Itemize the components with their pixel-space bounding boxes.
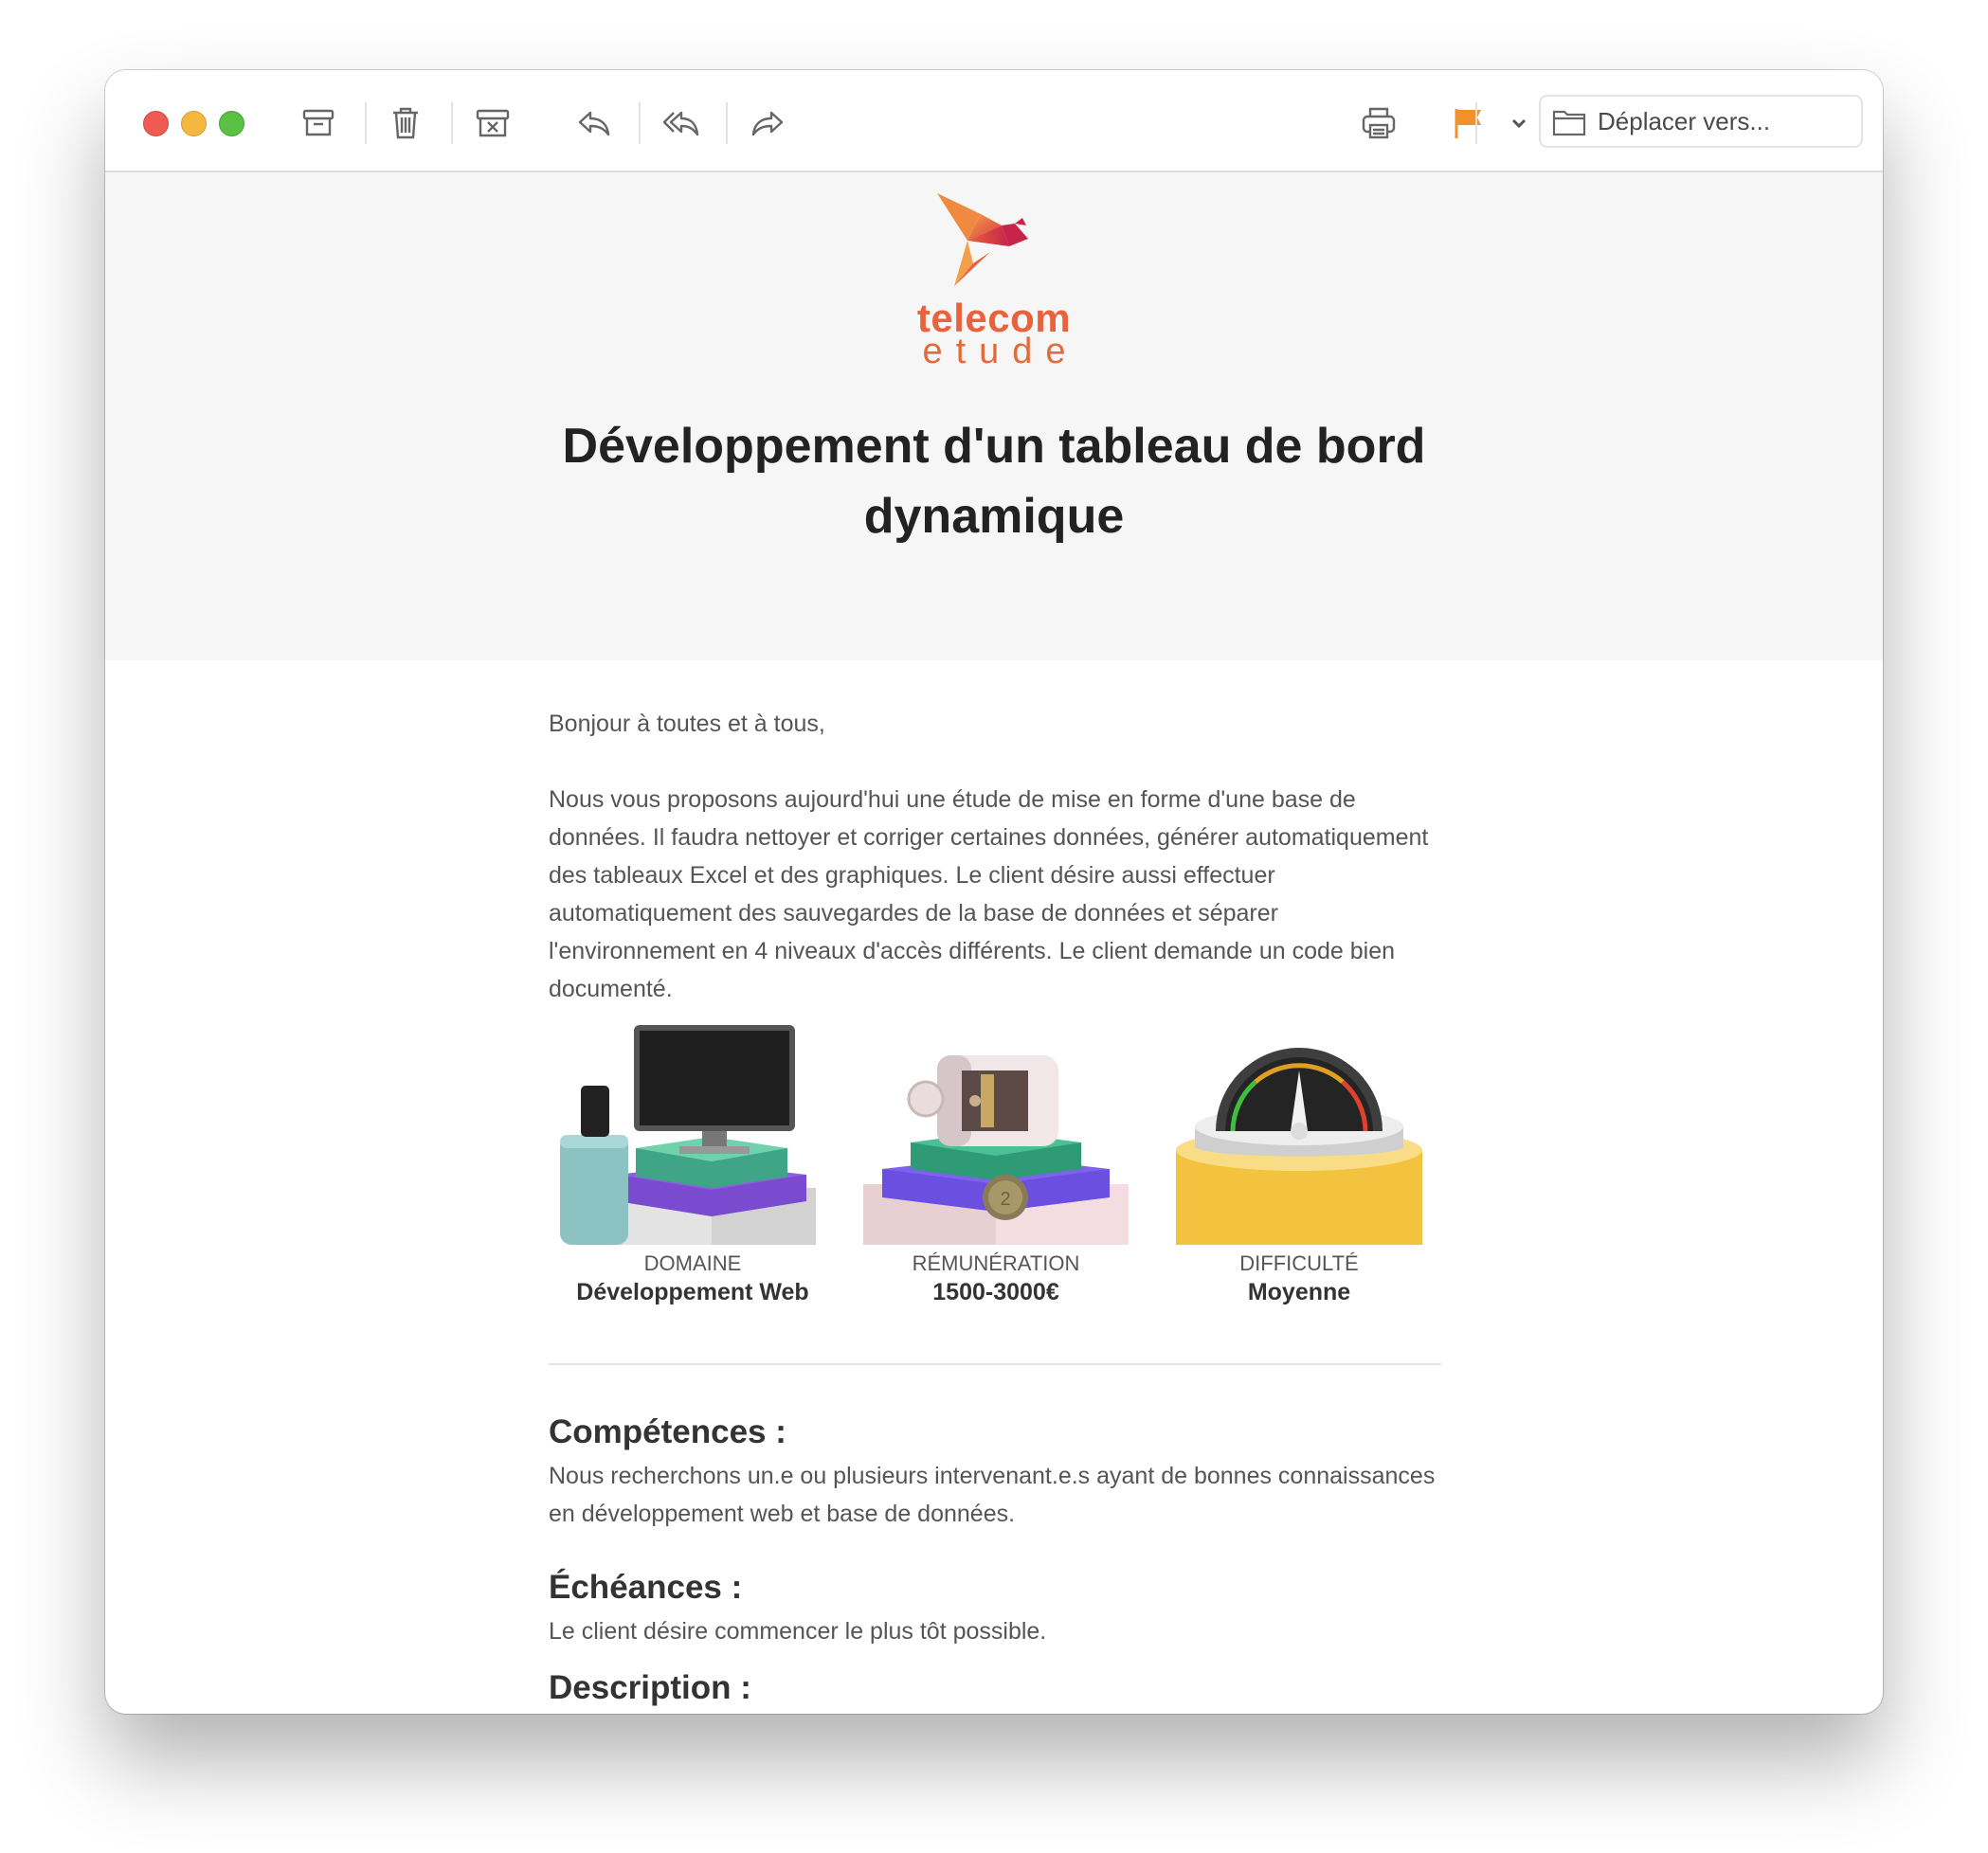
reply-button[interactable] [568, 97, 621, 150]
greeting-text: Bonjour à toutes et à tous, [549, 711, 825, 737]
section-text-competences: Nous recherchons un.e ou plusieurs inter… [549, 1463, 1436, 1527]
toolbar: Déplacer vers... [105, 70, 1883, 172]
computer-illustration-icon [560, 1025, 816, 1245]
close-window-button[interactable] [143, 111, 169, 136]
safe-illustration-icon: 2 [863, 1055, 1129, 1245]
section-title-echeances: Échéances : [549, 1569, 743, 1606]
toolbar-separator [726, 102, 728, 144]
forward-button[interactable] [741, 97, 794, 150]
reply-all-button[interactable] [655, 97, 708, 150]
forward-icon [751, 111, 784, 136]
folder-icon [1552, 110, 1586, 136]
gauge-illustration-icon [1176, 1048, 1422, 1245]
printer-icon [1362, 107, 1396, 139]
reply-icon [578, 111, 610, 136]
move-to-field[interactable]: Déplacer vers... [1539, 95, 1863, 148]
email-title: Développement d'un tableau de bord dynam… [562, 419, 1426, 544]
card-remuneration-label: RÉMUNÉRATION [912, 1251, 1080, 1275]
card-domain: DOMAINE Développement Web [560, 1017, 825, 1305]
card-difficulty-value: Moyenne [1247, 1279, 1351, 1305]
telecom-etude-bird-logo [937, 193, 1028, 286]
section-title-competences: Compétences : [549, 1413, 786, 1450]
junk-button[interactable] [466, 97, 519, 150]
card-domain-label: DOMAINE [643, 1251, 742, 1275]
archive-icon [302, 109, 334, 136]
delete-button[interactable] [379, 97, 432, 150]
email-header-band: telecom etude Développement d'un tableau… [105, 172, 1883, 660]
move-to-placeholder: Déplacer vers... [1598, 106, 1771, 135]
flag-button[interactable] [1441, 97, 1494, 150]
card-remuneration: 2 RÉMUNÉRATION 1500-3000€ [863, 1017, 1129, 1305]
archive-button[interactable] [292, 97, 345, 150]
toolbar-separator [451, 102, 453, 144]
mail-window: Déplacer vers... telecom etude Développe… [105, 70, 1883, 1714]
section-title-description: Description : [549, 1669, 751, 1706]
reply-all-icon [662, 111, 699, 136]
logo-text-etude: etude [922, 332, 1079, 371]
toolbar-separator [1475, 102, 1477, 144]
card-remuneration-value: 1500-3000€ [932, 1279, 1059, 1305]
svg-text:2: 2 [1000, 1189, 1010, 1210]
zoom-window-button[interactable] [219, 111, 244, 136]
junk-icon [476, 109, 510, 137]
card-difficulty: DIFFICULTÉ Moyenne [1166, 1017, 1432, 1305]
toolbar-separator [365, 102, 367, 144]
card-domain-value: Développement Web [576, 1279, 809, 1305]
card-difficulty-label: DIFFICULTÉ [1239, 1251, 1359, 1275]
flag-menu-button[interactable] [1500, 97, 1538, 150]
info-cards: DOMAINE Développement Web 2 RÉMUNÉRATION… [549, 1017, 1441, 1305]
intro-paragraph: Nous vous proposons aujourd'hui une étud… [549, 786, 1429, 1002]
minimize-window-button[interactable] [181, 111, 207, 136]
chevron-down-icon [1511, 118, 1527, 129]
print-button[interactable] [1352, 97, 1405, 150]
flag-icon [1455, 109, 1481, 138]
trash-icon [393, 107, 418, 139]
toolbar-separator [639, 102, 641, 144]
section-divider [549, 1363, 1441, 1365]
section-text-echeances: Le client désire commencer le plus tôt p… [549, 1618, 1047, 1645]
